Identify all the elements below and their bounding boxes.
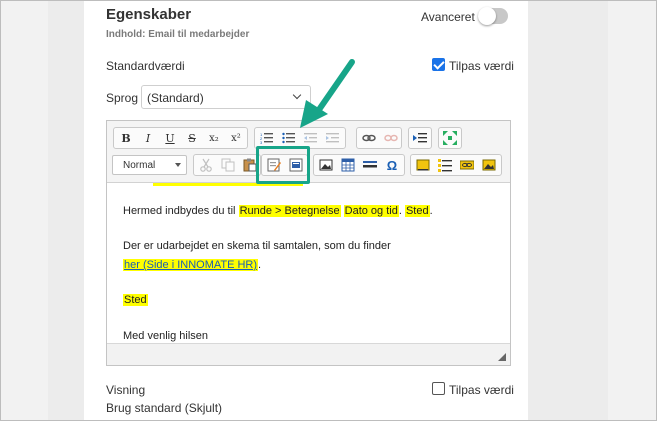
visibility-customize-label: Tilpas værdi <box>449 383 514 397</box>
merge-field-date-time[interactable]: Dato og tid <box>343 205 399 217</box>
image-template-icon[interactable] <box>480 157 498 175</box>
table-icon[interactable] <box>339 157 357 175</box>
toolbar-group-clipboard <box>193 154 261 176</box>
default-value-label: Standardværdi <box>106 59 185 73</box>
place-paragraph: Sted <box>123 294 148 306</box>
section-subtitle: Indhold: Email til medarbejder <box>106 29 250 40</box>
closing-paragraph: Med venlig hilsen <box>123 330 208 342</box>
language-selected-value: (Standard) <box>147 91 204 105</box>
special-character-icon[interactable]: Ω <box>383 157 401 175</box>
default-value-customize-checkbox[interactable] <box>432 58 445 71</box>
merge-field-round[interactable]: Runde > Betegnelse <box>238 205 341 217</box>
default-value-customize-label: Tilpas værdi <box>449 59 514 73</box>
visibility-label: Visning <box>106 383 146 397</box>
advanced-toggle[interactable] <box>478 7 508 25</box>
editor-statusbar <box>107 343 510 365</box>
toolbar-group-links <box>356 127 402 149</box>
resize-handle-icon[interactable] <box>498 353 506 361</box>
toolbar-group-templates <box>410 154 502 176</box>
maximize-icon[interactable] <box>441 130 459 148</box>
toolbar-group-maximize <box>438 127 462 149</box>
annotation-arrow-icon <box>300 59 355 128</box>
toolbar-group-insert: Ω <box>313 154 405 176</box>
visibility-value: Brug standard (Skjult) <box>106 401 223 415</box>
section-title: Egenskaber <box>106 6 192 23</box>
period-text: . <box>429 205 433 217</box>
link-period-text: . <box>258 259 262 271</box>
horizontal-line-icon[interactable] <box>361 157 379 175</box>
merge-field-place[interactable]: Sted <box>404 205 430 217</box>
copy-icon[interactable] <box>219 157 237 175</box>
cut-icon[interactable] <box>197 157 215 175</box>
bullet-template-icon[interactable] <box>436 157 454 175</box>
superscript-button[interactable]: x² <box>227 130 245 148</box>
invitation-text: Hermed indbydes du til <box>123 205 236 217</box>
advanced-label: Avanceret <box>421 10 475 24</box>
visibility-customize-checkbox[interactable] <box>432 382 445 395</box>
underline-button[interactable]: U <box>161 130 179 148</box>
invitation-paragraph: Hermed indbydes du til Runde > Betegnels… <box>123 205 433 217</box>
format-selected-value: Normal <box>123 160 156 171</box>
italic-button[interactable]: I <box>139 130 157 148</box>
blockquote-icon[interactable] <box>411 130 429 148</box>
toggle-knob <box>478 7 496 25</box>
unlink-icon[interactable] <box>382 130 400 148</box>
link-icon[interactable] <box>360 130 378 148</box>
toolbar-group-block <box>408 127 432 149</box>
caret-down-icon <box>175 163 181 167</box>
annotation-highlight-box <box>256 146 310 184</box>
template-icon[interactable] <box>414 157 432 175</box>
editor-content-area[interactable]: Hermed indbydes du til Runde > Betegnels… <box>107 183 510 343</box>
schema-paragraph: Der er udarbejdet en skema til samtalen,… <box>123 240 391 252</box>
separator-text: . <box>398 205 402 217</box>
strikethrough-button[interactable]: S <box>183 130 201 148</box>
bold-button[interactable]: B <box>117 130 135 148</box>
language-select[interactable]: (Standard) <box>141 85 311 109</box>
subscript-button[interactable]: x₂ <box>205 130 223 148</box>
link-paragraph: her (Side i INNOMATE HR). <box>123 259 261 271</box>
link-template-icon[interactable] <box>458 157 476 175</box>
image-icon[interactable] <box>317 157 335 175</box>
toolbar-group-basic-styles: B I U S x₂ x² <box>113 127 248 149</box>
svg-text:3: 3 <box>260 140 263 145</box>
format-select[interactable]: Normal <box>112 155 187 175</box>
page-link-field[interactable]: her (Side i INNOMATE HR) <box>123 259 259 271</box>
language-label: Sprog <box>106 91 139 105</box>
merge-field-place-2[interactable]: Sted <box>123 294 148 306</box>
